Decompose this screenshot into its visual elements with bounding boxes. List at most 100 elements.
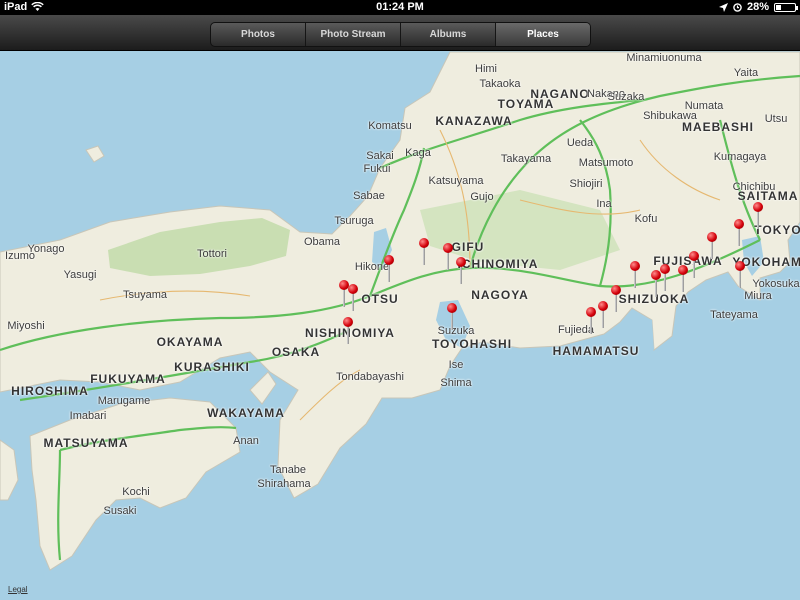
pin-head-icon [753, 202, 763, 212]
navigation-bar: Photos Photo Stream Albums Places [0, 15, 800, 51]
photo-pin[interactable] [343, 317, 353, 345]
place-label: Tondabayashi [336, 371, 404, 383]
photo-pin[interactable] [447, 303, 457, 331]
pin-head-icon [678, 265, 688, 275]
pin-stick [343, 289, 345, 307]
pin-stick [711, 241, 713, 259]
pin-stick [739, 270, 741, 288]
place-label: SAITAMA [737, 189, 799, 203]
place-label: Katsuyama [428, 175, 484, 187]
pin-stick [423, 247, 425, 265]
place-label: Takayama [500, 153, 552, 165]
place-label: Takaoka [479, 78, 521, 90]
pin-stick [447, 252, 449, 270]
pin-stick [602, 310, 604, 328]
place-label: Numata [684, 100, 724, 112]
place-label: HAMAMATSU [552, 344, 640, 358]
place-label: GIFU [451, 240, 485, 254]
photo-pin[interactable] [753, 202, 763, 230]
photo-pin[interactable] [348, 284, 358, 312]
place-label: Ueda [566, 137, 594, 149]
photo-pin[interactable] [443, 243, 453, 271]
photo-pin[interactable] [678, 265, 688, 293]
photo-pin[interactable] [630, 261, 640, 289]
view-segmented-control: Photos Photo Stream Albums Places [210, 22, 591, 47]
pin-head-icon [447, 303, 457, 313]
tab-albums[interactable]: Albums [401, 23, 496, 46]
photo-pin[interactable] [734, 219, 744, 247]
pin-head-icon [343, 317, 353, 327]
place-label: Suzaka [607, 91, 645, 103]
place-label: Tanabe [269, 464, 307, 476]
shikoku-land [29, 397, 241, 571]
place-label: Shirahama [257, 478, 311, 490]
place-label: OKAYAMA [156, 335, 224, 349]
place-label: TOYAMA [497, 97, 555, 111]
tab-places[interactable]: Places [496, 23, 590, 46]
pin-head-icon [630, 261, 640, 271]
location-icon [718, 2, 728, 12]
place-label: Sakai [366, 150, 394, 162]
place-label: Sabae [353, 190, 385, 202]
place-label: Himi [475, 63, 497, 75]
photo-pin[interactable] [735, 261, 745, 289]
battery-level [776, 4, 782, 10]
photo-pin[interactable] [611, 285, 621, 313]
pin-stick [388, 264, 390, 282]
photo-pin[interactable] [456, 257, 466, 285]
tab-photos[interactable]: Photos [211, 23, 306, 46]
pin-head-icon [348, 284, 358, 294]
photo-pin[interactable] [586, 307, 596, 335]
place-label: Utsu [764, 113, 788, 125]
photo-pin[interactable] [419, 238, 429, 266]
tab-photo-stream[interactable]: Photo Stream [306, 23, 401, 46]
place-label: WAKAYAMA [207, 406, 285, 420]
photo-pin[interactable] [707, 232, 717, 260]
place-label: Yasugi [63, 269, 97, 281]
map-base [0, 51, 800, 571]
place-label: Kaga [405, 147, 431, 159]
clock: 01:24 PM [376, 1, 424, 13]
photo-pin[interactable] [384, 255, 394, 283]
place-label: Kochi [122, 486, 150, 498]
photo-pin[interactable] [660, 264, 670, 292]
pin-head-icon [689, 251, 699, 261]
pin-head-icon [707, 232, 717, 242]
place-label: Shiojiri [569, 178, 603, 190]
place-label: Imabari [69, 410, 107, 422]
place-label: Izumo [5, 250, 35, 262]
place-label: MAEBASHI [681, 120, 755, 134]
place-label: Tateyama [710, 309, 758, 321]
place-label: Shima [440, 377, 472, 389]
place-label: OTSU [361, 292, 399, 306]
pin-stick [738, 228, 740, 246]
pin-head-icon [419, 238, 429, 248]
pin-stick [664, 273, 666, 291]
place-label: Miura [744, 290, 772, 302]
place-label: Ise [448, 359, 464, 371]
place-label: Miyoshi [7, 320, 45, 332]
place-label: Komatsu [368, 120, 412, 132]
pin-stick [634, 270, 636, 288]
pin-head-icon [443, 243, 453, 253]
pin-stick [451, 312, 453, 330]
places-map[interactable]: Minamiuonuma Himi Takaoka NAGANO Nakano TOYAM… [0, 51, 800, 600]
pin-stick [352, 293, 354, 311]
place-label: Fukui [363, 163, 391, 175]
pin-stick [757, 211, 759, 229]
place-label: OSAKA [271, 345, 321, 359]
pin-head-icon [734, 219, 744, 229]
photo-pin[interactable] [598, 301, 608, 329]
status-bar: iPad 01:24 PM 28% [0, 0, 800, 15]
place-label: Susaki [103, 505, 137, 517]
place-label: Kumagaya [713, 151, 767, 163]
place-label: MATSUYAMA [43, 436, 129, 450]
battery-icon [774, 2, 798, 12]
legal-link[interactable]: Legal [8, 585, 28, 594]
place-label: Yaita [733, 67, 759, 79]
pin-head-icon [660, 264, 670, 274]
place-label: Gujo [470, 191, 494, 203]
photo-pin[interactable] [689, 251, 699, 279]
pin-stick [615, 294, 617, 312]
place-label: Marugame [97, 395, 151, 407]
